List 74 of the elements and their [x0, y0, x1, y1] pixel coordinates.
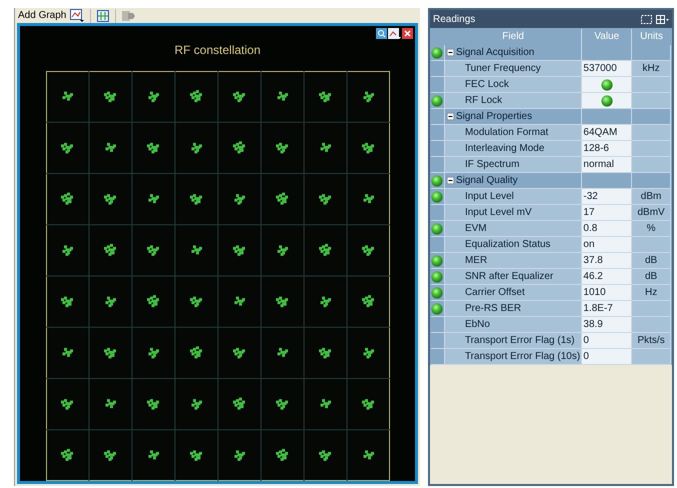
- status-led-icon: [431, 222, 444, 234]
- field-label: RF Lock: [464, 94, 502, 108]
- field-label: Input Level mV: [464, 206, 532, 220]
- value-cell: 0.8: [582, 221, 632, 237]
- field-label: Interleaving Mode: [464, 142, 544, 156]
- field-label: MER: [464, 254, 488, 268]
- units-cell: dB: [632, 253, 671, 269]
- add-graph-button[interactable]: Add Graph: [18, 8, 66, 23]
- value-cell: -32: [582, 189, 632, 205]
- collapse-icon[interactable]: [446, 49, 454, 56]
- table-cell: [632, 125, 671, 141]
- field-label: Input Level: [464, 190, 514, 204]
- value-cell: 64QAM: [582, 125, 632, 141]
- units-cell: kHz: [632, 61, 671, 77]
- status-led-icon: [431, 302, 444, 314]
- status-led-icon: [431, 46, 444, 58]
- status-led-icon: [431, 270, 444, 282]
- group-label: Signal Properties: [456, 110, 532, 124]
- status-led-icon: [431, 286, 444, 298]
- units-cell: dBm: [632, 189, 671, 205]
- value-cell: 1.8E-7: [582, 301, 632, 317]
- status-led-icon: [600, 78, 613, 90]
- value-cell: 0: [582, 349, 632, 365]
- table-icon[interactable]: [97, 10, 110, 22]
- columns-menu-icon[interactable]: [656, 14, 669, 24]
- value-cell: 128-6: [582, 141, 632, 157]
- value-cell: 537000: [582, 61, 632, 77]
- field-label: EbNo: [464, 318, 490, 332]
- field-label: Tuner Frequency: [464, 62, 541, 76]
- field-label: Carrier Offset: [464, 286, 525, 300]
- table-cell: [632, 157, 671, 173]
- close-icon[interactable]: [402, 28, 413, 39]
- chart-options-icon[interactable]: [388, 28, 401, 39]
- status-led-icon: [600, 94, 613, 106]
- field-label: Pre-RS BER: [464, 302, 522, 316]
- table-cell: [632, 141, 671, 157]
- status-led-icon: [431, 174, 444, 186]
- table-cell: [632, 301, 671, 317]
- group-label: Signal Acquisition: [456, 46, 534, 60]
- graph-title: RF constellation: [174, 42, 261, 59]
- selection-icon[interactable]: [641, 14, 652, 24]
- table-cell: [632, 349, 671, 365]
- status-led-icon: [431, 94, 444, 106]
- graph-icon[interactable]: [70, 9, 84, 22]
- panel-title: Readings: [433, 12, 476, 26]
- value-cell: 1010: [582, 285, 632, 301]
- units-cell: dB: [632, 269, 671, 285]
- status-led-icon: [431, 254, 444, 266]
- units-cell: Hz: [632, 285, 671, 301]
- field-label: FEC Lock: [464, 78, 509, 92]
- value-cell: 37.8: [582, 253, 632, 269]
- value-cell: 38.9: [582, 317, 632, 333]
- collapse-icon[interactable]: [446, 113, 454, 120]
- units-cell: Pkts/s: [632, 333, 671, 349]
- value-cell: on: [582, 237, 632, 253]
- field-label: Transport Error Flag (10s): [464, 350, 580, 364]
- field-label: Modulation Format: [464, 126, 548, 140]
- value-cell: 0: [582, 333, 632, 349]
- table-cell: [632, 237, 671, 253]
- units-cell: dBmV: [632, 205, 671, 221]
- table-cell: [632, 317, 671, 333]
- units-cell: %: [632, 221, 671, 237]
- field-label: Equalization Status: [464, 238, 551, 252]
- value-cell: normal: [582, 157, 632, 173]
- status-led-icon: [431, 190, 444, 202]
- column-header[interactable]: Units: [632, 29, 671, 45]
- field-label: IF Spectrum: [464, 158, 520, 172]
- field-label: SNR after Equalizer: [464, 270, 554, 284]
- field-label: Transport Error Flag (1s): [464, 334, 575, 348]
- value-cell: 46.2: [582, 269, 632, 285]
- collapse-icon[interactable]: [446, 177, 454, 184]
- field-label: EVM: [464, 222, 487, 236]
- group-label: Signal Quality: [456, 174, 518, 188]
- value-cell: 17: [582, 205, 632, 221]
